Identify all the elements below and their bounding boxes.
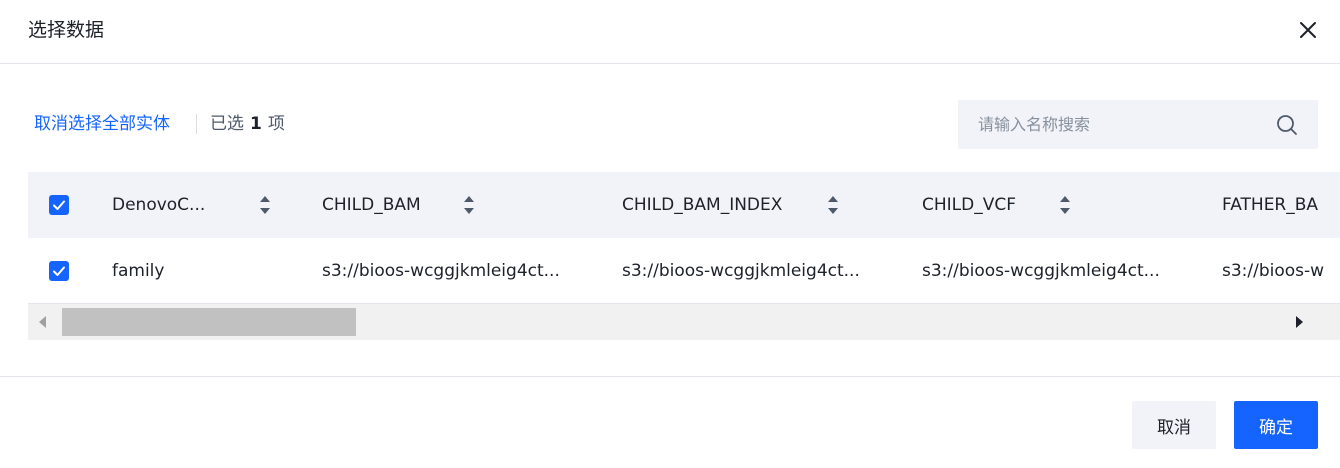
table-cell: s3://bioos-w <box>1222 261 1325 281</box>
toolbar-divider <box>196 114 197 134</box>
select-all-checkbox[interactable] <box>49 195 69 215</box>
table-cell: s3://bioos-wcggjkmleig4ct... <box>922 261 1160 281</box>
close-icon[interactable] <box>1296 18 1320 42</box>
table-row[interactable]: family s3://bioos-wcggjkmleig4ct... s3:/… <box>28 238 1340 304</box>
selected-count: 1 <box>250 114 262 134</box>
confirm-button[interactable]: 确定 <box>1234 401 1318 449</box>
column-header-child-vcf[interactable]: CHILD_VCF <box>922 172 1042 238</box>
scroll-right-arrow-icon[interactable] <box>1294 314 1306 330</box>
cancel-button[interactable]: 取消 <box>1132 401 1216 449</box>
sort-icon[interactable] <box>258 194 272 216</box>
table-cell: family <box>112 261 165 281</box>
data-table: DenovoC... CHILD_BAM CHILD_BAM_INDEX CHI… <box>28 172 1340 340</box>
search-box <box>958 100 1318 149</box>
column-header-child-bam-index[interactable]: CHILD_BAM_INDEX <box>622 172 802 238</box>
table-cell: s3://bioos-wcggjkmleig4ct... <box>622 261 860 281</box>
sort-icon[interactable] <box>1058 194 1072 216</box>
search-icon[interactable] <box>1276 114 1298 136</box>
selected-suffix: 项 <box>267 114 285 134</box>
scroll-left-arrow-icon[interactable] <box>36 314 48 330</box>
column-header-child-bam[interactable]: CHILD_BAM <box>322 172 442 238</box>
table-cell: s3://bioos-wcggjkmleig4ct... <box>322 261 560 281</box>
selected-count-info: 已选 1 项 <box>210 113 285 135</box>
row-checkbox[interactable] <box>49 261 69 281</box>
table-header: DenovoC... CHILD_BAM CHILD_BAM_INDEX CHI… <box>28 172 1340 238</box>
scrollbar-thumb[interactable] <box>62 308 356 336</box>
horizontal-scrollbar[interactable] <box>28 304 1340 340</box>
deselect-all-link[interactable]: 取消选择全部实体 <box>34 113 170 135</box>
modal-title: 选择数据 <box>28 19 105 41</box>
column-header-denovo[interactable]: DenovoC... <box>112 172 222 238</box>
sort-icon[interactable] <box>462 194 476 216</box>
modal-header: 选择数据 <box>0 0 1340 64</box>
search-input[interactable] <box>958 100 1268 149</box>
selected-prefix: 已选 <box>210 114 244 134</box>
column-header-father-bam[interactable]: FATHER_BA <box>1222 172 1340 238</box>
sort-icon[interactable] <box>826 194 840 216</box>
